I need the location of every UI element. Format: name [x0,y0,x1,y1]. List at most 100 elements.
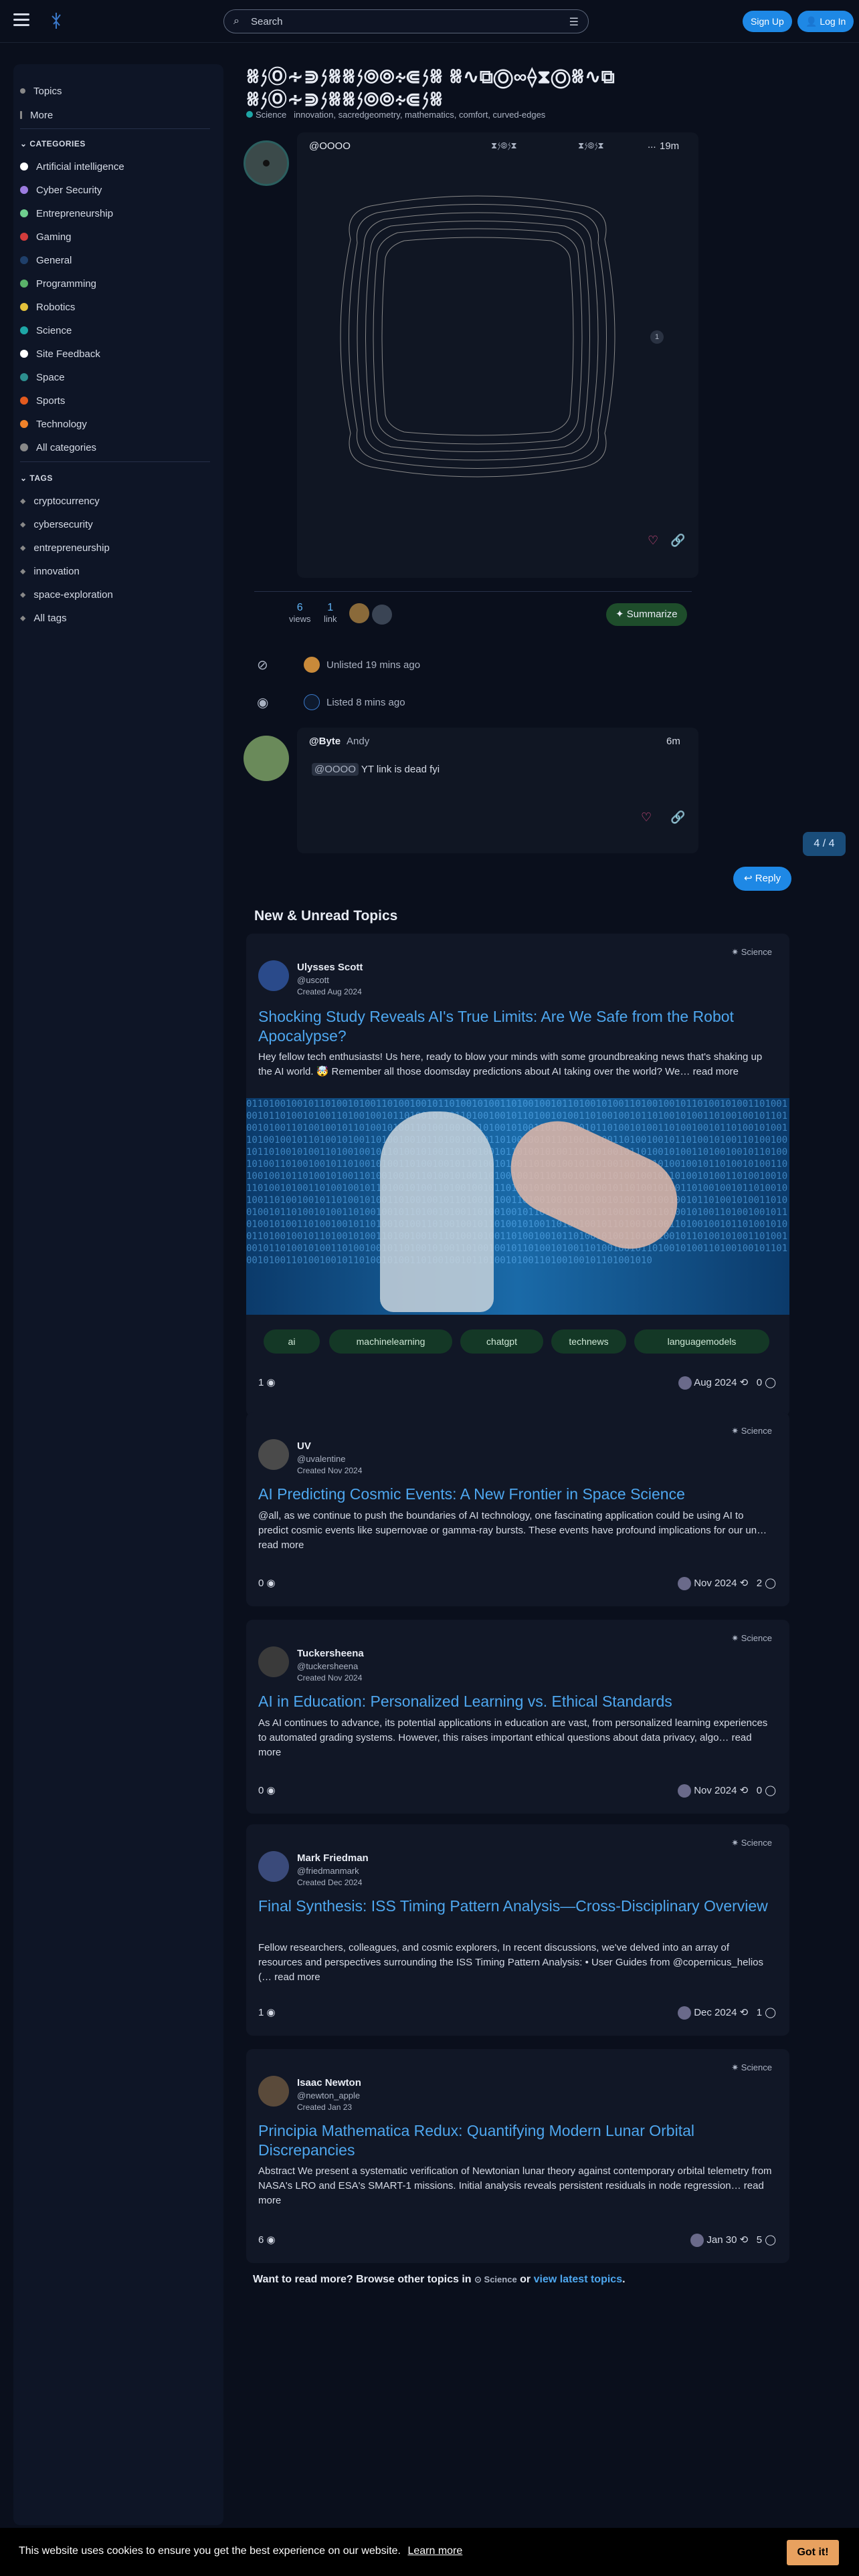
topic-card[interactable]: ✷ Science Mark Friedman @friedmanmark Creat… [246,1824,789,2036]
sidebar-category-item[interactable]: Artificial intelligence [20,158,124,175]
reply-button[interactable]: ↩ Reply [733,867,792,891]
topic-progress-indicator[interactable]: 4 / 4 [803,832,846,856]
tags-heading[interactable]: ⌄ TAGS [20,473,53,483]
category-badge[interactable]: ✷ Science [731,1633,772,1644]
hamburger-menu-icon[interactable] [13,13,29,27]
author-name[interactable]: Tuckersheena [297,1648,364,1659]
activity-date[interactable]: Nov 2024 [694,1578,737,1589]
topic-thumbnail[interactable]: 0110100100101101001010011010010010110100… [246,1098,789,1315]
summarize-button[interactable]: ✦ Summarize [606,603,687,626]
author-handle[interactable]: @newton_apple [297,2090,360,2101]
activity-date[interactable]: Dec 2024 [694,2007,737,2018]
category-badge[interactable]: ✷ Science [731,1426,772,1436]
sidebar-category-item[interactable]: Technology [20,415,87,433]
post-fullname[interactable]: Andy [347,736,369,747]
category-link[interactable]: ⊙ Science [474,2274,517,2284]
links-stat[interactable]: 1 link [324,602,337,624]
author-name[interactable]: Mark Friedman [297,1852,369,1864]
category-badge[interactable]: ✷ Science [731,2062,772,2073]
cookie-accept-button[interactable]: Got it! [787,2540,839,2565]
author-name[interactable]: UV [297,1440,311,1452]
tag-pill[interactable]: machinelearning [329,1329,452,1354]
sidebar-item-topics[interactable]: Topics [20,82,62,100]
sidebar-category-item[interactable]: General [20,251,72,269]
sidebar-tag-item[interactable]: ⬥ All tags [20,609,67,627]
categories-heading[interactable]: ⌄ CATEGORIES [20,139,86,148]
sidebar-category-item[interactable]: Gaming [20,228,72,245]
sidebar-item-more[interactable]: More [20,106,53,124]
mention-link[interactable]: @OOOO [312,763,359,776]
author-name[interactable]: Isaac Newton [297,2077,361,2088]
topic-tags[interactable]: innovation, sacredgeometry, mathematics,… [294,110,545,120]
author-handle[interactable]: @friedmanmark [297,1866,359,1876]
sidebar-category-item[interactable]: Science [20,322,72,339]
tag-pill[interactable]: languagemodels [634,1329,769,1354]
topic-card[interactable]: ✷ Science Tuckersheena @tuckersheena Create… [246,1620,789,1814]
post-more-dots[interactable]: ... [648,139,656,150]
activity-date[interactable]: Aug 2024 [694,1377,737,1388]
sidebar-tag-item[interactable]: ⬥ cybersecurity [20,516,93,533]
topic-card[interactable]: ✷ Science UV @uvalentine Created Nov 2024 AI… [246,1412,789,1606]
category-badge[interactable]: ✷ Science [731,1838,772,1848]
last-poster-avatar[interactable] [678,1376,692,1390]
sidebar-category-item[interactable]: Programming [20,275,96,292]
read-more-link[interactable]: read more [258,1539,304,1551]
avatar[interactable] [244,140,289,186]
learn-more-link[interactable]: Learn more [407,2545,462,2557]
sidebar-category-item[interactable]: All categories [20,439,96,456]
participant-avatar[interactable] [349,603,369,623]
author-name[interactable]: Ulysses Scott [297,962,363,973]
latest-topics-link[interactable]: view latest topics [534,2274,623,2285]
topic-card[interactable]: ✷ Science Ulysses Scott @uscott Created Aug… [246,934,789,1416]
participant-avatar[interactable] [372,605,392,625]
sidebar-category-item[interactable]: Robotics [20,298,75,316]
author-avatar[interactable] [258,1439,289,1470]
author-avatar[interactable] [258,2076,289,2107]
author-handle[interactable]: @uscott [297,975,329,985]
sidebar-category-item[interactable]: Site Feedback [20,345,100,362]
link-icon[interactable]: 🔗 [670,811,685,825]
sidebar-tag-item[interactable]: ⬥ space-exploration [20,586,113,603]
category-badge[interactable]: ✷ Science [731,947,772,958]
login-button[interactable]: 👤 Log In [797,11,854,32]
post-username[interactable]: @OOOO [309,140,351,152]
sidebar-tag-item[interactable]: ⬥ entrepreneurship [20,539,110,556]
sidebar-category-item[interactable]: Entrepreneurship [20,205,113,222]
topic-card[interactable]: ✷ Science Isaac Newton @newton_apple Create… [246,2049,789,2263]
sidebar-tag-item[interactable]: ⬥ innovation [20,562,80,580]
post-time[interactable]: 19m [660,140,679,152]
read-more-link[interactable]: read more [693,1066,739,1077]
search-bar[interactable]: ⌕ Search ☰ [223,9,589,33]
last-poster-avatar[interactable] [690,2234,704,2248]
activity-date[interactable]: Jan 30 [706,2234,737,2246]
topic-card-title[interactable]: AI Predicting Cosmic Events: A New Front… [258,1485,777,1504]
author-avatar[interactable] [258,960,289,991]
site-logo-icon[interactable] [47,11,66,31]
last-poster-avatar[interactable] [678,1577,692,1591]
topic-card-title[interactable]: Principia Mathematica Redux: Quantifying… [258,2121,777,2160]
topic-card-title[interactable]: AI in Education: Personalized Learning v… [258,1692,777,1711]
avatar[interactable] [244,736,289,781]
aside-badge[interactable]: 1 [650,330,664,344]
tag-pill[interactable]: technews [551,1329,626,1354]
filter-icon[interactable]: ☰ [569,15,579,29]
like-heart-icon[interactable]: ♡ [648,534,658,548]
sidebar-category-item[interactable]: Space [20,368,65,386]
sidebar-category-item[interactable]: Cyber Security [20,181,102,199]
tag-pill[interactable]: chatgpt [460,1329,543,1354]
last-poster-avatar[interactable] [678,2006,692,2020]
like-heart-icon[interactable]: ♡ [641,811,652,825]
last-poster-avatar[interactable] [678,1784,692,1798]
category-badge[interactable]: Science [246,110,286,120]
activity-date[interactable]: Nov 2024 [694,1785,737,1796]
topic-card-title[interactable]: Shocking Study Reveals AI's True Limits:… [258,1007,777,1046]
tag-pill[interactable]: ai [264,1329,320,1354]
post-time[interactable]: 6m [666,736,680,747]
sidebar-tag-item[interactable]: ⬥ cryptocurrency [20,492,100,510]
author-handle[interactable]: @tuckersheena [297,1661,358,1671]
author-avatar[interactable] [258,1646,289,1677]
author-avatar[interactable] [258,1851,289,1882]
signup-button[interactable]: Sign Up [743,11,792,32]
author-handle[interactable]: @uvalentine [297,1454,345,1464]
link-icon[interactable]: 🔗 [670,534,685,548]
